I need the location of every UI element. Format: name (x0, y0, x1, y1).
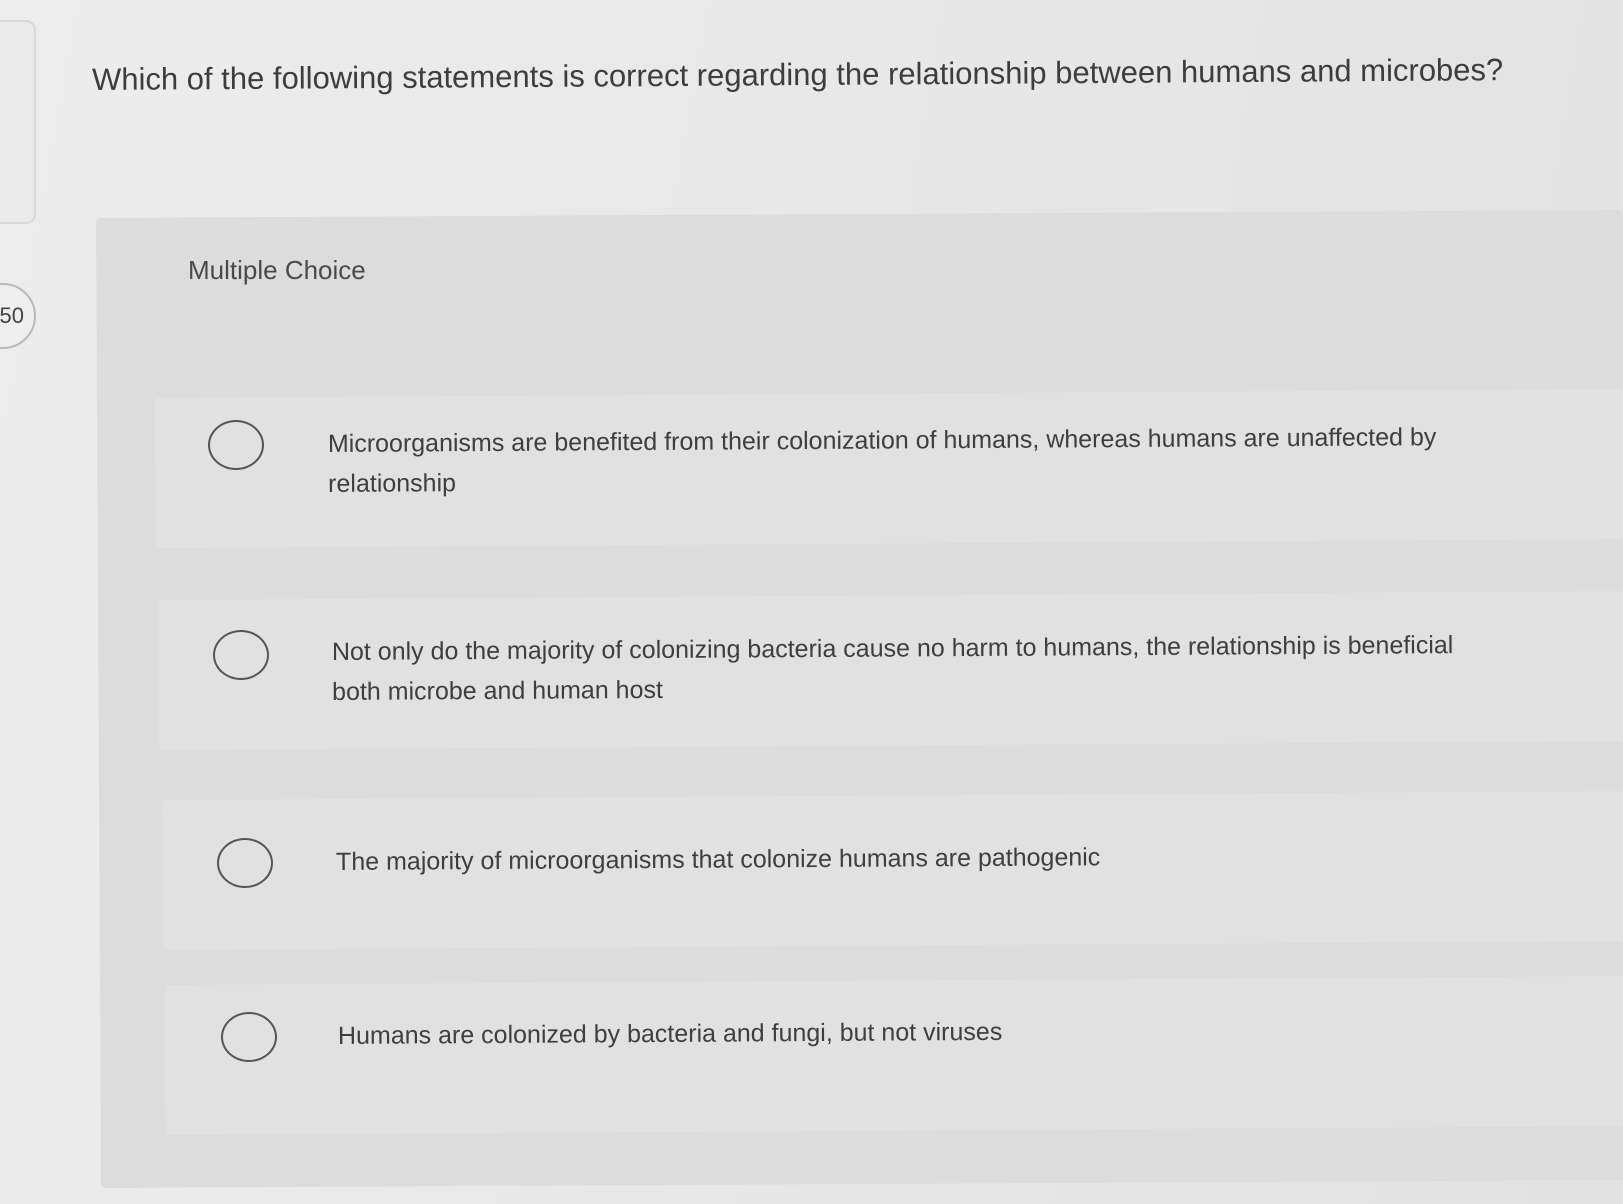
question-text: Which of the following statements is cor… (91, 52, 1504, 97)
previous-card-edge (0, 20, 36, 224)
screen: 50 Which of the following statements is … (0, 0, 1623, 1204)
option-2-text: Not only do the majority of colonizing b… (332, 624, 1622, 712)
radio-button-option-1[interactable] (208, 420, 264, 470)
option-4-line-1: Humans are colonized by bacteria and fun… (337, 1017, 1003, 1050)
option-3-text: The majority of microorganisms that colo… (336, 834, 1623, 882)
option-1-text: Microorganisms are benefited from their … (328, 416, 1618, 504)
option-2-line-2: both microbe and human host (332, 675, 663, 706)
radio-button-option-4[interactable] (221, 1012, 277, 1062)
question-number: 50 (0, 303, 24, 328)
option-3-line-1: The majority of microorganisms that colo… (335, 843, 1101, 876)
option-4-text: Humans are colonized by bacteria and fun… (338, 1008, 1623, 1056)
option-1-line-2: relationship (328, 469, 457, 498)
option-2-line-1: Not only do the majority of colonizing b… (331, 631, 1454, 666)
radio-button-option-2[interactable] (213, 630, 269, 680)
radio-button-option-3[interactable] (217, 838, 273, 888)
option-1-line-1: Microorganisms are benefited from their … (327, 423, 1437, 458)
question-number-badge: 50 (0, 283, 36, 349)
multiple-choice-label: Multiple Choice (188, 255, 366, 285)
